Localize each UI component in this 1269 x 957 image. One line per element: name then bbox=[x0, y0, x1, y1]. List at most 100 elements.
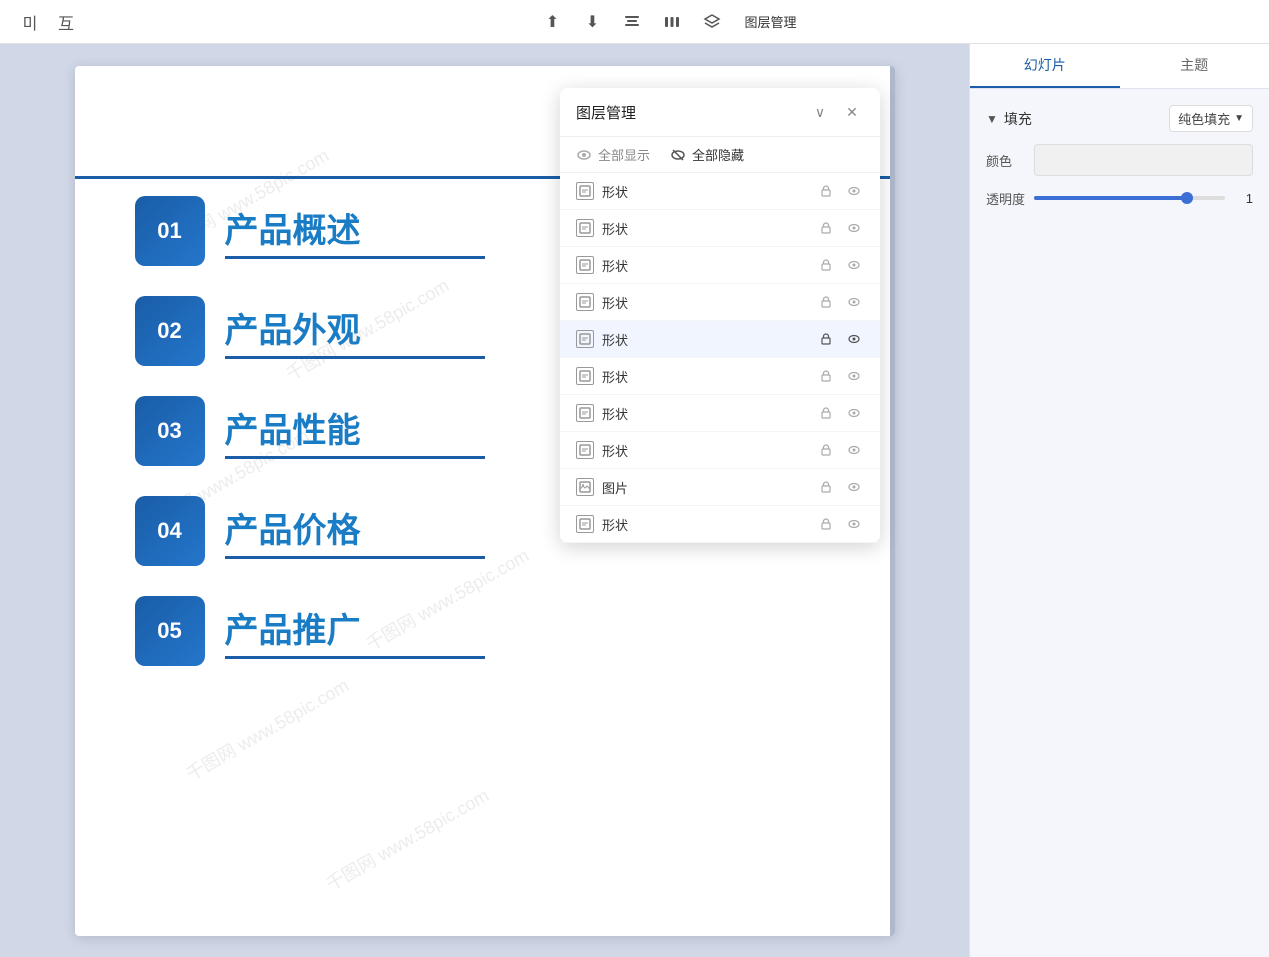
eye-icon-8[interactable] bbox=[844, 440, 864, 460]
layer-item-10[interactable]: 形状 bbox=[560, 506, 880, 543]
slide-item-5[interactable]: 05 产品推广 bbox=[135, 596, 485, 666]
slide-item-3[interactable]: 03 产品性能 bbox=[135, 396, 485, 466]
item-title-03: 产品性能 bbox=[225, 403, 485, 452]
layer-item-name-1: 形状 bbox=[602, 182, 816, 201]
layer-item-name-8: 形状 bbox=[602, 441, 816, 460]
fill-collapse-arrow[interactable]: ▼ bbox=[986, 112, 998, 126]
layer-item-9[interactable]: 图片 bbox=[560, 469, 880, 506]
item-number-03: 03 bbox=[135, 396, 205, 466]
eye-icon-10[interactable] bbox=[844, 514, 864, 534]
item-text-01: 产品概述 bbox=[225, 203, 485, 259]
layer-panel-close-icon[interactable]: ✕ bbox=[840, 100, 864, 124]
eye-icon-1[interactable] bbox=[844, 181, 864, 201]
tab-theme[interactable]: 主题 bbox=[1120, 44, 1269, 88]
lock-icon-9[interactable] bbox=[816, 477, 836, 497]
layer-shape-icon-4 bbox=[576, 293, 594, 311]
opacity-row: 透明度 1 bbox=[986, 188, 1253, 208]
item-text-04: 产品价格 bbox=[225, 503, 485, 559]
align-icon[interactable] bbox=[618, 8, 646, 36]
slide-item-4[interactable]: 04 产品价格 bbox=[135, 496, 485, 566]
toolbar-icon-mi[interactable]: 미 bbox=[16, 8, 44, 36]
layer-shape-icon-5 bbox=[576, 330, 594, 348]
layer-item-actions-5 bbox=[816, 329, 864, 349]
opacity-value: 1 bbox=[1233, 191, 1253, 206]
item-underline-03 bbox=[225, 456, 485, 459]
item-number-04: 04 bbox=[135, 496, 205, 566]
lock-icon-5[interactable] bbox=[816, 329, 836, 349]
fill-title: 填充 bbox=[1004, 109, 1032, 129]
eye-icon-7[interactable] bbox=[844, 403, 864, 423]
fill-type-select[interactable]: 纯色填充 ▼ bbox=[1169, 105, 1253, 132]
toolbar-icon-hu[interactable]: 互 bbox=[52, 8, 80, 36]
layer-manager-label[interactable]: 图层管理 bbox=[738, 8, 802, 36]
toolbar-left: 미 互 bbox=[16, 8, 80, 36]
layer-item-name-10: 形状 bbox=[602, 515, 816, 534]
hide-all-button[interactable]: 全部隐藏 bbox=[670, 145, 744, 164]
layer-panel: 图层管理 ∨ ✕ 全部显示 bbox=[560, 88, 880, 543]
slide-edge-bar bbox=[890, 66, 895, 936]
lock-icon-7[interactable] bbox=[816, 403, 836, 423]
lock-icon-3[interactable] bbox=[816, 255, 836, 275]
hide-all-label: 全部隐藏 bbox=[692, 145, 744, 164]
tab-slide[interactable]: 幻灯片 bbox=[970, 44, 1120, 88]
panel-content: ▼ 填充 纯色填充 ▼ 颜色 透明度 bbox=[970, 89, 1269, 957]
layer-item-name-7: 形状 bbox=[602, 404, 816, 423]
opacity-slider-container[interactable] bbox=[1034, 188, 1225, 208]
layer-item-actions-9 bbox=[816, 477, 864, 497]
layer-item-2[interactable]: 形状 bbox=[560, 210, 880, 247]
item-underline-05 bbox=[225, 656, 485, 659]
item-underline-02 bbox=[225, 356, 485, 359]
layer-item-actions-8 bbox=[816, 440, 864, 460]
layer-item-name-4: 形状 bbox=[602, 293, 816, 312]
layer-shape-icon-7 bbox=[576, 404, 594, 422]
layer-item-1[interactable]: 形状 bbox=[560, 173, 880, 210]
lock-icon-2[interactable] bbox=[816, 218, 836, 238]
eye-icon-9[interactable] bbox=[844, 477, 864, 497]
item-title-05: 产品推广 bbox=[225, 603, 485, 652]
slider-thumb[interactable] bbox=[1181, 192, 1193, 204]
send-back-icon[interactable]: ⬆ bbox=[538, 8, 566, 36]
layer-item-actions-10 bbox=[816, 514, 864, 534]
layer-item-8[interactable]: 形状 bbox=[560, 432, 880, 469]
layer-item-3[interactable]: 形状 bbox=[560, 247, 880, 284]
layer-image-icon-9 bbox=[576, 478, 594, 496]
slide-item-1[interactable]: 01 产品概述 bbox=[135, 196, 485, 266]
layer-shape-icon-6 bbox=[576, 367, 594, 385]
layer-item-name-3: 形状 bbox=[602, 256, 816, 275]
layer-shape-icon-3 bbox=[576, 256, 594, 274]
eye-icon-3[interactable] bbox=[844, 255, 864, 275]
lock-icon-4[interactable] bbox=[816, 292, 836, 312]
eye-icon-4[interactable] bbox=[844, 292, 864, 312]
layer-item-actions-2 bbox=[816, 218, 864, 238]
layers-icon[interactable] bbox=[698, 8, 726, 36]
lock-icon-8[interactable] bbox=[816, 440, 836, 460]
fill-type-label: 纯色填充 bbox=[1178, 109, 1230, 128]
eye-icon-6[interactable] bbox=[844, 366, 864, 386]
layer-shape-icon-2 bbox=[576, 219, 594, 237]
layer-panel-collapse-icon[interactable]: ∨ bbox=[808, 100, 832, 124]
item-underline-04 bbox=[225, 556, 485, 559]
distribute-icon[interactable] bbox=[658, 8, 686, 36]
slide-item-2[interactable]: 02 产品外观 bbox=[135, 296, 485, 366]
show-all-button[interactable]: 全部显示 bbox=[576, 145, 650, 164]
watermark-5: 千图网 www.58pic.com bbox=[180, 671, 352, 786]
color-picker[interactable] bbox=[1034, 144, 1253, 176]
layer-item-name-6: 形状 bbox=[602, 367, 816, 386]
layer-item-7[interactable]: 形状 bbox=[560, 395, 880, 432]
layer-item-6[interactable]: 形状 bbox=[560, 358, 880, 395]
layer-item-name-5: 形状 bbox=[602, 330, 816, 349]
bring-forward-icon[interactable]: ⬇ bbox=[578, 8, 606, 36]
layer-panel-title: 图层管理 bbox=[576, 102, 636, 123]
eye-slash-icon bbox=[670, 147, 686, 163]
lock-icon-10[interactable] bbox=[816, 514, 836, 534]
lock-icon-1[interactable] bbox=[816, 181, 836, 201]
layer-item-name-2: 形状 bbox=[602, 219, 816, 238]
layer-item-actions-1 bbox=[816, 181, 864, 201]
eye-icon-2[interactable] bbox=[844, 218, 864, 238]
layer-shape-icon-8 bbox=[576, 441, 594, 459]
layer-item-4[interactable]: 形状 bbox=[560, 284, 880, 321]
eye-icon-5[interactable] bbox=[844, 329, 864, 349]
slider-fill bbox=[1034, 196, 1187, 200]
layer-item-5[interactable]: 形状 bbox=[560, 321, 880, 358]
lock-icon-6[interactable] bbox=[816, 366, 836, 386]
